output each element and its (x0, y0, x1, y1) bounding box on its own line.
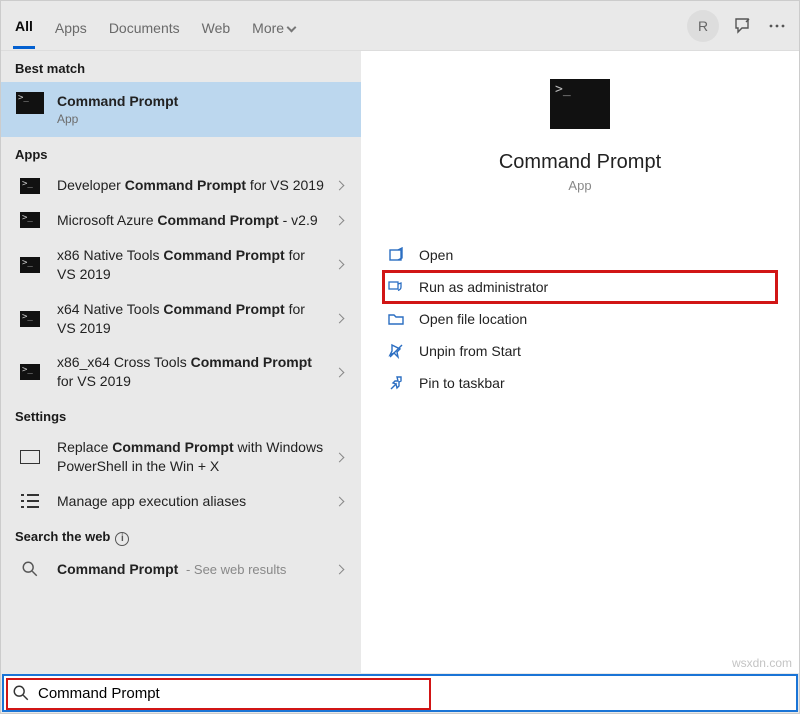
cmd-icon (20, 212, 40, 228)
preview-type: App (568, 178, 591, 193)
cmd-icon (20, 364, 40, 380)
action-open[interactable]: Open (383, 239, 777, 271)
cmd-icon (16, 92, 44, 114)
preview-title: Command Prompt (499, 151, 661, 174)
web-result[interactable]: Command Prompt - See web results (1, 552, 361, 587)
section-best-match: Best match (1, 51, 361, 82)
chevron-right-icon[interactable] (335, 181, 345, 191)
action-pin-taskbar[interactable]: Pin to taskbar (383, 367, 777, 399)
best-match-type: App (57, 111, 347, 127)
windows-search-panel: All Apps Documents Web More R Best match… (0, 0, 800, 714)
filter-tabbar: All Apps Documents Web More R (1, 1, 799, 51)
action-unpin-start[interactable]: Unpin from Start (383, 335, 777, 367)
unpin-icon (387, 343, 405, 359)
search-icon (15, 560, 45, 578)
tab-apps[interactable]: Apps (53, 4, 89, 48)
more-options-icon[interactable] (767, 16, 787, 36)
cmd-icon (20, 257, 40, 273)
pin-icon (387, 375, 405, 391)
action-open-location[interactable]: Open file location (383, 303, 777, 335)
preview-pane: Command Prompt App Open Run as administr… (361, 51, 799, 673)
app-result[interactable]: x64 Native Tools Command Prompt for VS 2… (1, 292, 361, 346)
chevron-right-icon[interactable] (335, 367, 345, 377)
setting-result[interactable]: Replace Command Prompt with Windows Powe… (1, 430, 361, 484)
search-icon (12, 684, 30, 702)
open-icon (387, 247, 405, 263)
app-result[interactable]: Developer Command Prompt for VS 2019 (1, 168, 361, 203)
feedback-icon[interactable] (733, 16, 753, 36)
best-match-title: Command Prompt (57, 92, 347, 111)
section-settings: Settings (1, 399, 361, 430)
app-result[interactable]: x86 Native Tools Command Prompt for VS 2… (1, 238, 361, 292)
best-match-item[interactable]: Command Prompt App (1, 82, 361, 137)
user-avatar[interactable]: R (687, 10, 719, 42)
results-list: Best match Command Prompt App Apps Devel… (1, 51, 361, 673)
info-icon[interactable]: i (115, 532, 129, 546)
alias-list-icon (21, 494, 39, 508)
search-box[interactable] (2, 674, 798, 712)
tab-all[interactable]: All (13, 2, 35, 49)
chevron-right-icon[interactable] (335, 496, 345, 506)
section-apps: Apps (1, 137, 361, 168)
search-input[interactable] (38, 685, 788, 702)
app-result[interactable]: Microsoft Azure Command Prompt - v2.9 (1, 203, 361, 238)
cmd-icon (20, 178, 40, 194)
tab-documents[interactable]: Documents (107, 4, 182, 48)
tab-more[interactable]: More (250, 4, 297, 48)
setting-result[interactable]: Manage app execution aliases (1, 484, 361, 519)
watermark-text: wsxdn.com (732, 656, 792, 670)
setting-window-icon (20, 450, 40, 464)
folder-icon (387, 311, 405, 327)
app-result[interactable]: x86_x64 Cross Tools Command Prompt for V… (1, 345, 361, 399)
chevron-right-icon[interactable] (335, 452, 345, 462)
tab-web[interactable]: Web (200, 4, 233, 48)
chevron-right-icon[interactable] (335, 564, 345, 574)
chevron-right-icon[interactable] (335, 314, 345, 324)
preview-app-icon (550, 79, 610, 129)
chevron-right-icon[interactable] (335, 260, 345, 270)
chevron-right-icon[interactable] (335, 215, 345, 225)
cmd-icon (20, 311, 40, 327)
chevron-down-icon (287, 22, 297, 32)
admin-shield-icon (387, 279, 405, 295)
section-search-web: Search the webi (1, 519, 361, 552)
action-run-admin[interactable]: Run as administrator (383, 271, 777, 303)
